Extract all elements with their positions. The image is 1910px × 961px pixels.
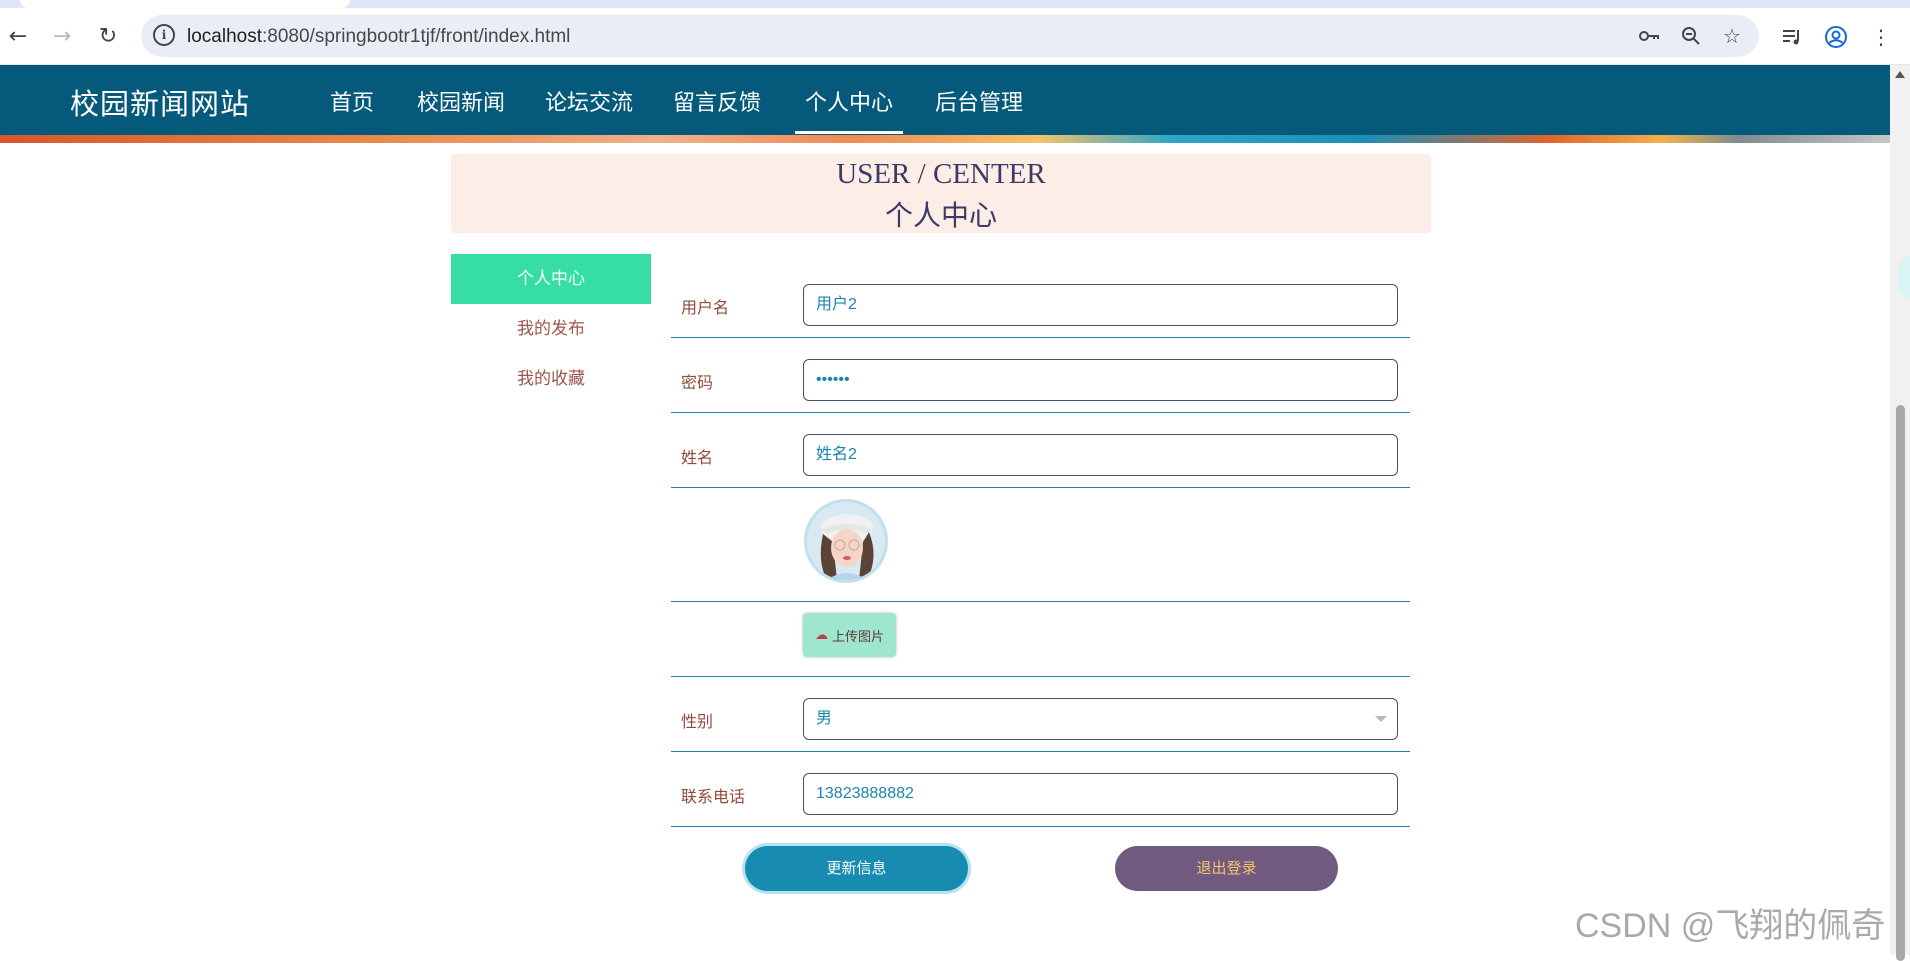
- name-row: 姓名 姓名2: [671, 412, 1410, 488]
- gender-select[interactable]: 男: [803, 698, 1398, 740]
- nav-admin[interactable]: 后台管理: [935, 85, 1023, 117]
- phone-input[interactable]: 13823888882: [803, 773, 1398, 815]
- nav-feedback[interactable]: 留言反馈: [673, 85, 761, 117]
- chevron-down-icon: [1375, 716, 1387, 722]
- profile-icon[interactable]: [1821, 22, 1851, 52]
- upload-image-button[interactable]: ☁ 上传图片: [803, 613, 896, 657]
- site-header: 校园新闻网站 首页 校园新闻 论坛交流 留言反馈 个人中心 后台管理: [0, 65, 1890, 135]
- back-icon[interactable]: ←: [4, 22, 32, 50]
- floating-edge-widget[interactable]: [1898, 255, 1910, 299]
- name-input[interactable]: 姓名2: [803, 434, 1398, 476]
- name-label: 姓名: [681, 450, 714, 467]
- password-label: 密码: [681, 375, 714, 392]
- watermark: CSDN @飞翔的佩奇: [1575, 907, 1886, 945]
- forward-icon[interactable]: →: [48, 22, 76, 50]
- star-icon[interactable]: ☆: [1719, 23, 1745, 49]
- key-icon[interactable]: [1636, 23, 1662, 49]
- username-input[interactable]: 用户2: [803, 284, 1398, 326]
- avatar: [804, 499, 888, 583]
- password-row: 密码 ••••••: [671, 337, 1410, 413]
- reload-icon[interactable]: ↻: [94, 22, 122, 50]
- phone-label: 联系电话: [681, 789, 746, 806]
- gender-value: 男: [816, 710, 833, 727]
- update-info-button[interactable]: 更新信息: [745, 846, 968, 891]
- gender-row: 性别 男: [671, 676, 1410, 752]
- nav-forum[interactable]: 论坛交流: [545, 85, 633, 117]
- cloud-upload-icon: ☁: [814, 627, 828, 642]
- username-label: 用户名: [681, 300, 730, 317]
- phone-row: 联系电话 13823888882: [671, 751, 1410, 827]
- url-path: :8080/springbootr1tjf/front/index.html: [262, 26, 571, 47]
- side-menu-user-center[interactable]: 个人中心: [451, 254, 651, 304]
- nav-home[interactable]: 首页: [330, 85, 374, 117]
- browser-tab-strip: [0, 0, 1910, 8]
- site-title: 校园新闻网站: [70, 89, 251, 121]
- browser-tab[interactable]: [20, 0, 350, 8]
- browser-toolbar: ← → ↻ i localhost:8080/springbootr1tjf/f…: [0, 8, 1910, 65]
- zoom-icon[interactable]: [1678, 23, 1704, 49]
- side-menu-my-favorites[interactable]: 我的收藏: [451, 354, 651, 404]
- avatar-row: [671, 487, 1410, 602]
- url-text[interactable]: localhost:8080/springbootr1tjf/front/ind…: [187, 26, 570, 48]
- banner-image: [0, 135, 1890, 143]
- page-scrollbar[interactable]: [1890, 65, 1910, 961]
- gender-label: 性别: [681, 714, 714, 731]
- nav-user-center[interactable]: 个人中心: [805, 85, 893, 117]
- upload-row: ☁ 上传图片: [671, 601, 1410, 677]
- menu-icon[interactable]: ⋮: [1866, 22, 1896, 52]
- side-menu-my-posts[interactable]: 我的发布: [451, 304, 651, 354]
- url-host: localhost: [187, 26, 262, 47]
- media-queue-icon[interactable]: [1777, 22, 1807, 52]
- logout-button[interactable]: 退出登录: [1115, 846, 1338, 891]
- page-title-en: USER / CENTER: [836, 158, 1046, 190]
- address-bar[interactable]: i localhost:8080/springbootr1tjf/front/i…: [141, 15, 1759, 57]
- username-row: 用户名 用户2: [671, 262, 1410, 338]
- page-title-cn: 个人中心: [884, 201, 997, 232]
- user-center-banner: USER / CENTER 个人中心: [451, 154, 1431, 233]
- upload-button-label: 上传图片: [831, 628, 884, 644]
- nav-active-indicator: [795, 131, 903, 134]
- scroll-thumb[interactable]: [1896, 405, 1905, 961]
- scroll-up-arrow-icon[interactable]: [1895, 71, 1905, 78]
- nav-campus-news[interactable]: 校园新闻: [417, 85, 505, 117]
- site-info-icon[interactable]: i: [153, 24, 175, 46]
- password-input[interactable]: ••••••: [803, 359, 1398, 401]
